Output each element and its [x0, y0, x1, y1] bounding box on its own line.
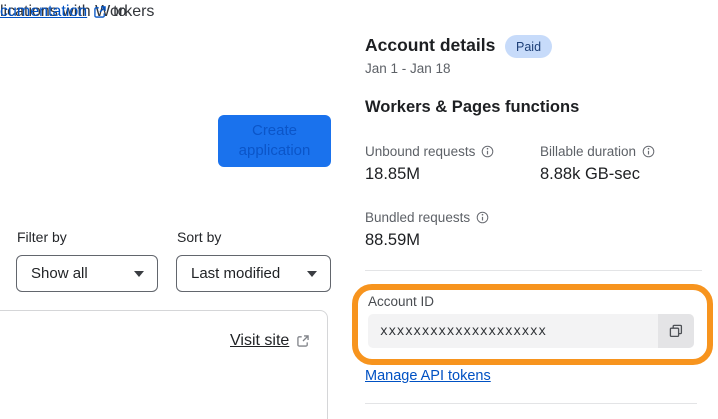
chevron-down-icon — [307, 270, 317, 277]
manage-api-tokens-link[interactable]: Manage API tokens — [365, 368, 491, 384]
account-id-label: Account ID — [368, 294, 435, 309]
paid-status-badge: Paid — [505, 35, 553, 58]
divider — [365, 270, 702, 271]
sort-select[interactable]: Last modified — [176, 255, 331, 292]
filter-by-label: Filter by — [17, 229, 67, 245]
intro-text-line2: cumentation to — [0, 0, 127, 24]
account-id-input[interactable] — [368, 314, 694, 348]
chevron-down-icon — [134, 270, 144, 277]
billable-duration-value: 8.88k GB-sec — [540, 165, 640, 183]
external-link-icon — [296, 334, 310, 348]
bundled-requests-value: 88.59M — [365, 231, 421, 249]
unbound-requests-value: 18.85M — [365, 165, 421, 183]
intro-text-after-link: to — [113, 3, 127, 20]
unbound-requests-label: Unbound requests — [365, 144, 494, 159]
account-details-title: Account details — [365, 35, 496, 55]
info-icon[interactable] — [481, 145, 494, 158]
visit-site-row: Visit site — [230, 332, 310, 350]
visit-site-link[interactable]: Visit site — [230, 332, 289, 350]
info-icon[interactable] — [476, 211, 489, 224]
sort-by-label: Sort by — [177, 229, 222, 245]
filter-select-value: Show all — [31, 265, 88, 282]
dashboard-page: lications with Workers cumentation to Cr… — [0, 0, 718, 419]
create-application-button[interactable]: Create application — [218, 115, 331, 167]
copy-account-id-button[interactable] — [658, 314, 694, 348]
sort-select-value: Last modified — [191, 265, 281, 282]
billable-duration-label: Billable duration — [540, 144, 655, 159]
billing-date-range: Jan 1 - Jan 18 — [365, 61, 451, 76]
workers-pages-section-title: Workers & Pages functions — [365, 98, 580, 116]
info-icon[interactable] — [642, 145, 655, 158]
divider — [365, 403, 697, 404]
documentation-link[interactable]: cumentation — [0, 0, 87, 24]
filter-select[interactable]: Show all — [16, 255, 158, 292]
external-link-icon — [93, 5, 107, 19]
bundled-requests-label: Bundled requests — [365, 210, 489, 225]
copy-icon — [668, 323, 684, 339]
site-card — [0, 310, 328, 419]
